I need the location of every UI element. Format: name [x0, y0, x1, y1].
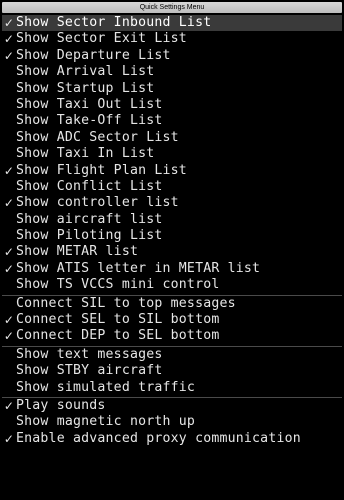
menu-item-label: Enable advanced proxy communication [16, 430, 301, 446]
menu-item[interactable]: ✓Show aircraft list [2, 212, 342, 228]
menu-item[interactable]: ✓Show text messages [2, 347, 342, 363]
menu-item[interactable]: ✓Show Taxi In List [2, 146, 342, 162]
checkmark-icon: ✓ [3, 16, 15, 30]
menu-group: ✓ Show Sector Inbound List ✓ Show Sector Ex… [2, 15, 342, 294]
menu-item[interactable]: ✓Show STBY aircraft [2, 363, 342, 379]
checkmark-icon: ✓ [3, 261, 15, 276]
menu-item-label: Connect SEL to SIL bottom [16, 312, 220, 328]
menu-item[interactable]: ✓ Show Flight Plan List [2, 163, 342, 179]
menu-item[interactable]: ✓ Show Departure List [2, 48, 342, 64]
menu-item[interactable]: ✓Show Taxi Out List [2, 97, 342, 113]
menu-item-label: Show STBY aircraft [16, 363, 163, 379]
menu-item[interactable]: ✓Show Arrival List [2, 64, 342, 80]
menu-item-label: Show Sector Exit List [16, 31, 187, 47]
menu-item-label: Show text messages [16, 346, 163, 362]
menu-item[interactable]: ✓Show Take-Off List [2, 113, 342, 129]
menu-item[interactable]: ✓Show Startup List [2, 81, 342, 97]
menu-group: ✓Play sounds✓Show magnetic north up✓Enab… [2, 396, 342, 448]
checkmark-icon: ✓ [3, 32, 15, 47]
menu-item-label: Show TS VCCS mini control [16, 277, 220, 293]
checkmark-icon: ✓ [3, 398, 15, 413]
menu-item-label: Show aircraft list [16, 211, 163, 227]
menu-item[interactable]: ✓ Show Sector Exit List [2, 31, 342, 47]
checkmark-icon: ✓ [3, 48, 15, 63]
menu-title: Quick Settings Menu [2, 2, 342, 13]
menu-item-label: Show Take-Off List [16, 113, 163, 129]
menu-item[interactable]: ✓ Show controller list [2, 195, 342, 211]
checkmark-icon: ✓ [3, 313, 15, 328]
menu-item-label: Show Sector Inbound List [16, 15, 212, 30]
menu-item-label: Show simulated traffic [16, 379, 196, 395]
menu-item[interactable]: ✓Show ADC Sector List [2, 130, 342, 146]
menu-item-label: Show ADC Sector List [16, 129, 179, 145]
menu-item[interactable]: ✓ Show ATIS letter in METAR list [2, 261, 342, 277]
menu-group: ✓Show text messages✓Show STBY aircraft✓S… [2, 345, 342, 396]
menu-item[interactable]: ✓ Play sounds [2, 398, 342, 414]
menu-item[interactable]: ✓Show simulated traffic [2, 380, 342, 396]
menu-item-label: Show Startup List [16, 80, 155, 96]
menu-item-label: Play sounds [16, 397, 106, 413]
menu-item-label: Show Flight Plan List [16, 162, 187, 178]
menu-item-label: Connect DEP to SEL bottom [16, 328, 220, 344]
menu-item-label: Show Arrival List [16, 64, 155, 80]
menu-item-label: Show controller list [16, 195, 179, 211]
checkmark-icon: ✓ [3, 329, 15, 344]
menu-item[interactable]: ✓Show Piloting List [2, 228, 342, 244]
quick-settings-menu: Quick Settings Menu ✓ Show Sector Inbound… [0, 0, 344, 500]
checkmark-icon: ✓ [3, 431, 15, 446]
menu-item[interactable]: ✓Show Conflict List [2, 179, 342, 195]
checkmark-icon: ✓ [3, 163, 15, 178]
menu-item[interactable]: ✓ Show METAR list [2, 244, 342, 260]
menu-groups: ✓ Show Sector Inbound List ✓ Show Sector Ex… [0, 15, 344, 448]
menu-item-label: Show Taxi Out List [16, 96, 163, 112]
menu-group: ✓Connect SIL to top messages✓Connect SEL… [2, 294, 342, 345]
menu-item-label: Show Taxi In List [16, 146, 155, 162]
menu-item[interactable]: ✓ Connect DEP to SEL bottom [2, 328, 342, 344]
menu-item-label: Show Piloting List [16, 228, 163, 244]
menu-item[interactable]: ✓ Connect SEL to SIL bottom [2, 312, 342, 328]
checkmark-icon: ✓ [3, 245, 15, 260]
menu-item[interactable]: ✓Show TS VCCS mini control [2, 277, 342, 293]
menu-item[interactable]: ✓ Enable advanced proxy communication [2, 431, 342, 447]
menu-item[interactable]: ✓Show magnetic north up [2, 414, 342, 430]
menu-item[interactable]: ✓Connect SIL to top messages [2, 296, 342, 312]
checkmark-icon: ✓ [3, 196, 15, 211]
menu-item-label: Show Departure List [16, 47, 171, 63]
menu-item[interactable]: ✓ Show Sector Inbound List [2, 15, 342, 32]
menu-item-label: Show ATIS letter in METAR list [16, 260, 261, 276]
menu-item-label: Show magnetic north up [16, 414, 196, 430]
menu-item-label: Show Conflict List [16, 178, 163, 194]
menu-item-label: Show METAR list [16, 244, 139, 260]
menu-item-label: Connect SIL to top messages [16, 295, 236, 311]
